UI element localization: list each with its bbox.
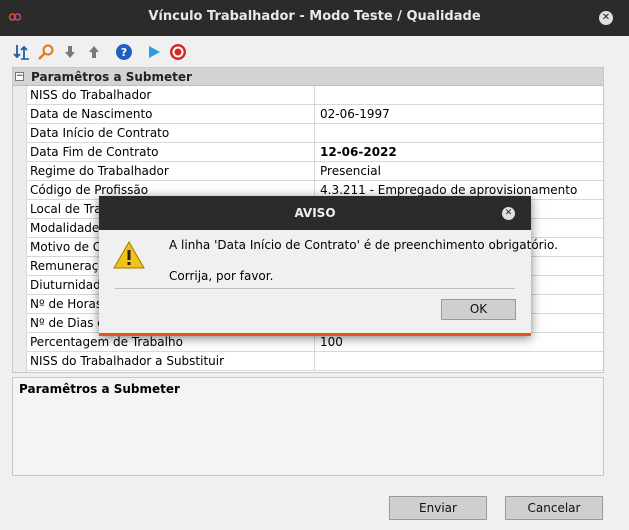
dialog-message: A linha 'Data Início de Contrato' é de p… bbox=[169, 238, 558, 252]
sort-icon[interactable] bbox=[12, 42, 32, 62]
row-value[interactable] bbox=[318, 86, 603, 105]
ok-button[interactable]: OK bbox=[441, 299, 516, 320]
arrow-down-icon[interactable] bbox=[60, 42, 80, 62]
warning-icon bbox=[113, 240, 145, 269]
search-icon[interactable] bbox=[36, 42, 56, 62]
row-value[interactable]: 12-06-2022 bbox=[318, 143, 603, 162]
title-bar: Vínculo Trabalhador - Modo Teste / Quali… bbox=[0, 0, 629, 36]
table-row[interactable]: Data de Nascimento 02-06-1997 bbox=[27, 105, 603, 124]
row-label: NISS do Trabalhador bbox=[27, 86, 315, 105]
table-row[interactable]: Data Início de Contrato bbox=[27, 124, 603, 143]
row-value[interactable]: 02-06-1997 bbox=[318, 105, 603, 124]
description-panel: Paramêtros a Submeter bbox=[12, 377, 604, 476]
row-label: Data Fim de Contrato bbox=[27, 143, 315, 162]
dialog-close-icon[interactable]: ✕ bbox=[502, 207, 515, 220]
row-value[interactable]: Presencial bbox=[318, 162, 603, 181]
row-label: Data de Nascimento bbox=[27, 105, 315, 124]
warning-dialog: AVISO ✕ A linha 'Data Início de Contrato… bbox=[99, 196, 558, 336]
play-icon[interactable] bbox=[144, 42, 164, 62]
dialog-title-bar: AVISO ✕ bbox=[99, 196, 531, 230]
table-row[interactable]: NISS do Trabalhador bbox=[27, 86, 603, 105]
row-value[interactable] bbox=[318, 124, 603, 143]
cancel-button[interactable]: Cancelar bbox=[505, 496, 603, 520]
dialog-divider bbox=[115, 288, 515, 289]
row-label: Regime do Trabalhador bbox=[27, 162, 315, 181]
table-row[interactable]: Regime do Trabalhador Presencial bbox=[27, 162, 603, 181]
row-value[interactable] bbox=[318, 352, 603, 371]
table-row[interactable]: Data Fim de Contrato 12-06-2022 bbox=[27, 143, 603, 162]
stop-icon[interactable] bbox=[168, 42, 188, 62]
grid-section-label: Paramêtros a Submeter bbox=[31, 70, 192, 84]
close-icon[interactable]: ✕ bbox=[599, 11, 613, 25]
svg-text:?: ? bbox=[121, 46, 127, 59]
arrow-up-icon[interactable] bbox=[84, 42, 104, 62]
collapse-icon[interactable]: − bbox=[15, 72, 24, 81]
table-row[interactable]: NISS do Trabalhador a Substituir bbox=[27, 352, 603, 371]
dialog-sub-message: Corrija, por favor. bbox=[169, 269, 274, 283]
row-label: Data Início de Contrato bbox=[27, 124, 315, 143]
dialog-title: AVISO bbox=[294, 206, 336, 220]
window-title: Vínculo Trabalhador - Modo Teste / Quali… bbox=[148, 9, 481, 24]
description-title: Paramêtros a Submeter bbox=[19, 382, 180, 396]
send-button[interactable]: Enviar bbox=[389, 496, 487, 520]
help-icon[interactable]: ? bbox=[114, 42, 134, 62]
row-label: NISS do Trabalhador a Substituir bbox=[27, 352, 315, 371]
grid-indent-bar bbox=[13, 86, 27, 372]
grid-section-header[interactable]: − Paramêtros a Submeter bbox=[13, 68, 603, 86]
